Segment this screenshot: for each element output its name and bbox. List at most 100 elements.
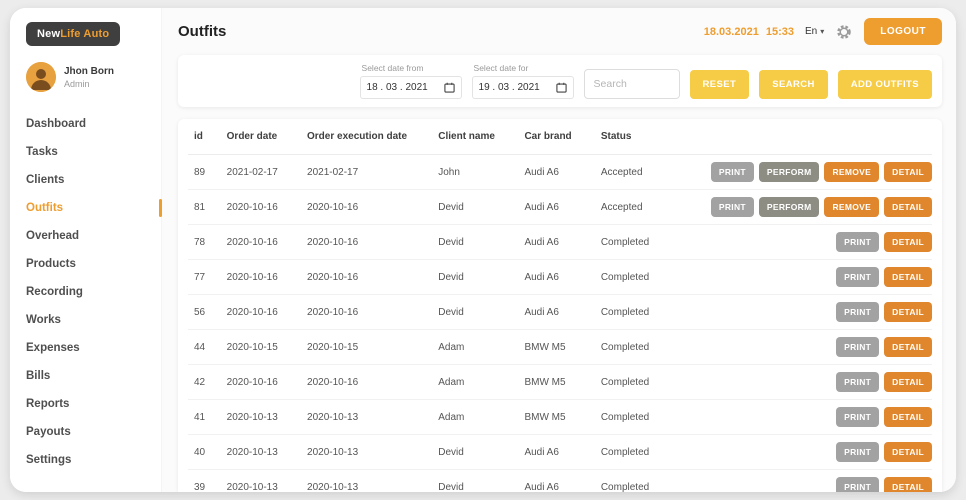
gear-icon[interactable]: [835, 23, 853, 41]
date-from-value: 18 . 03 . 2021: [367, 82, 428, 93]
current-date: 18.03.2021: [704, 26, 759, 38]
reset-button[interactable]: RESET: [690, 70, 750, 99]
logo-text-rest: Life Auto: [60, 28, 109, 40]
detail-button[interactable]: DETAIL: [884, 232, 932, 252]
sidebar-item-outfits[interactable]: Outfits: [26, 194, 161, 222]
logo: NewLife Auto: [26, 22, 120, 46]
table-row: 422020-10-162020-10-16AdamBMW M5Complete…: [188, 365, 932, 400]
column-header-car-brand: Car brand: [518, 119, 594, 155]
cell-status: Accepted: [595, 190, 700, 225]
cell-id: 40: [188, 435, 221, 470]
detail-button[interactable]: DETAIL: [884, 267, 932, 287]
detail-button[interactable]: DETAIL: [884, 337, 932, 357]
cell-car-brand: Audi A6: [518, 260, 594, 295]
date-to-label: Select date for: [474, 63, 574, 73]
sidebar-item-payouts[interactable]: Payouts: [26, 418, 161, 446]
cell-car-brand: Audi A6: [518, 435, 594, 470]
cell-id: 42: [188, 365, 221, 400]
row-actions: PRINTPERFORMREMOVEDETAIL: [700, 155, 932, 190]
column-header-actions: [700, 119, 932, 155]
print-button[interactable]: PRINT: [711, 197, 754, 217]
filter-bar: Select date from 18 . 03 . 2021 Select d…: [178, 55, 942, 107]
sidebar-item-reports[interactable]: Reports: [26, 390, 161, 418]
print-button[interactable]: PRINT: [836, 232, 879, 252]
cell-order-date: 2020-10-13: [221, 400, 301, 435]
outfits-table: idOrder dateOrder execution dateClient n…: [188, 119, 932, 492]
detail-button[interactable]: DETAIL: [884, 302, 932, 322]
cell-client-name: Devid: [432, 295, 518, 330]
cell-order-execution-date: 2021-02-17: [301, 155, 432, 190]
remove-button[interactable]: REMOVE: [824, 197, 879, 217]
outfits-table-card: idOrder dateOrder execution dateClient n…: [178, 119, 942, 492]
cell-order-date: 2020-10-16: [221, 190, 301, 225]
print-button[interactable]: PRINT: [836, 302, 879, 322]
cell-order-execution-date: 2020-10-16: [301, 260, 432, 295]
date-from-input[interactable]: 18 . 03 . 2021: [360, 76, 462, 99]
sidebar-item-products[interactable]: Products: [26, 250, 161, 278]
table-row: 782020-10-162020-10-16DevidAudi A6Comple…: [188, 225, 932, 260]
cell-status: Completed: [595, 225, 700, 260]
row-actions: PRINT DETAIL: [700, 470, 932, 493]
sidebar-item-overhead[interactable]: Overhead: [26, 222, 161, 250]
detail-button[interactable]: DETAIL: [884, 442, 932, 462]
cell-order-date: 2020-10-16: [221, 260, 301, 295]
app-window: NewLife Auto Jhon Born Admin DashboardTa…: [10, 8, 956, 492]
print-button[interactable]: PRINT: [711, 162, 754, 182]
cell-id: 44: [188, 330, 221, 365]
detail-button[interactable]: DETAIL: [884, 372, 932, 392]
sidebar-item-recording[interactable]: Recording: [26, 278, 161, 306]
cell-order-execution-date: 2020-10-16: [301, 295, 432, 330]
sidebar-item-tasks[interactable]: Tasks: [26, 138, 161, 166]
sidebar-item-clients[interactable]: Clients: [26, 166, 161, 194]
cell-order-execution-date: 2020-10-13: [301, 470, 432, 493]
date-to-input[interactable]: 19 . 03 . 2021: [472, 76, 574, 99]
logout-button[interactable]: LOGOUT: [864, 18, 942, 45]
user-name: Jhon Born: [64, 66, 114, 77]
perform-button[interactable]: PERFORM: [759, 197, 820, 217]
detail-button[interactable]: DETAIL: [884, 162, 932, 182]
cell-car-brand: Audi A6: [518, 295, 594, 330]
sidebar-item-dashboard[interactable]: Dashboard: [26, 110, 161, 138]
table-row: 562020-10-162020-10-16DevidAudi A6Comple…: [188, 295, 932, 330]
page-title: Outfits: [178, 23, 226, 40]
table-row: 772020-10-162020-10-16DevidAudi A6Comple…: [188, 260, 932, 295]
add-outfits-button[interactable]: ADD OUTFITS: [838, 70, 932, 99]
print-button[interactable]: PRINT: [836, 372, 879, 392]
cell-car-brand: BMW M5: [518, 400, 594, 435]
print-button[interactable]: PRINT: [836, 407, 879, 427]
detail-button[interactable]: DETAIL: [884, 197, 932, 217]
sidebar-item-bills[interactable]: Bills: [26, 362, 161, 390]
cell-car-brand: BMW M5: [518, 330, 594, 365]
calendar-icon: [444, 82, 455, 93]
perform-button[interactable]: PERFORM: [759, 162, 820, 182]
language-selector[interactable]: En ▾: [805, 26, 824, 37]
cell-client-name: John: [432, 155, 518, 190]
table-row: 402020-10-132020-10-13DevidAudi A6Comple…: [188, 435, 932, 470]
calendar-icon: [556, 82, 567, 93]
cell-order-date: 2020-10-15: [221, 330, 301, 365]
sidebar: NewLife Auto Jhon Born Admin DashboardTa…: [10, 8, 162, 492]
search-button[interactable]: SEARCH: [759, 70, 828, 99]
cell-car-brand: Audi A6: [518, 470, 594, 493]
cell-id: 56: [188, 295, 221, 330]
cell-order-date: 2021-02-17: [221, 155, 301, 190]
print-button[interactable]: PRINT: [836, 267, 879, 287]
detail-button[interactable]: DETAIL: [884, 477, 932, 492]
cell-client-name: Devid: [432, 435, 518, 470]
sidebar-item-works[interactable]: Works: [26, 306, 161, 334]
table-row: 412020-10-132020-10-13AdamBMW M5Complete…: [188, 400, 932, 435]
sidebar-item-expenses[interactable]: Expenses: [26, 334, 161, 362]
date-to-value: 19 . 03 . 2021: [479, 82, 540, 93]
remove-button[interactable]: REMOVE: [824, 162, 879, 182]
detail-button[interactable]: DETAIL: [884, 407, 932, 427]
print-button[interactable]: PRINT: [836, 477, 879, 492]
cell-order-date: 2020-10-13: [221, 435, 301, 470]
search-input[interactable]: [584, 69, 680, 99]
date-from-label: Select date from: [362, 63, 462, 73]
print-button[interactable]: PRINT: [836, 337, 879, 357]
cell-order-execution-date: 2020-10-16: [301, 190, 432, 225]
person-icon: [26, 62, 56, 92]
sidebar-item-settings[interactable]: Settings: [26, 446, 161, 474]
column-header-client-name: Client name: [432, 119, 518, 155]
print-button[interactable]: PRINT: [836, 442, 879, 462]
